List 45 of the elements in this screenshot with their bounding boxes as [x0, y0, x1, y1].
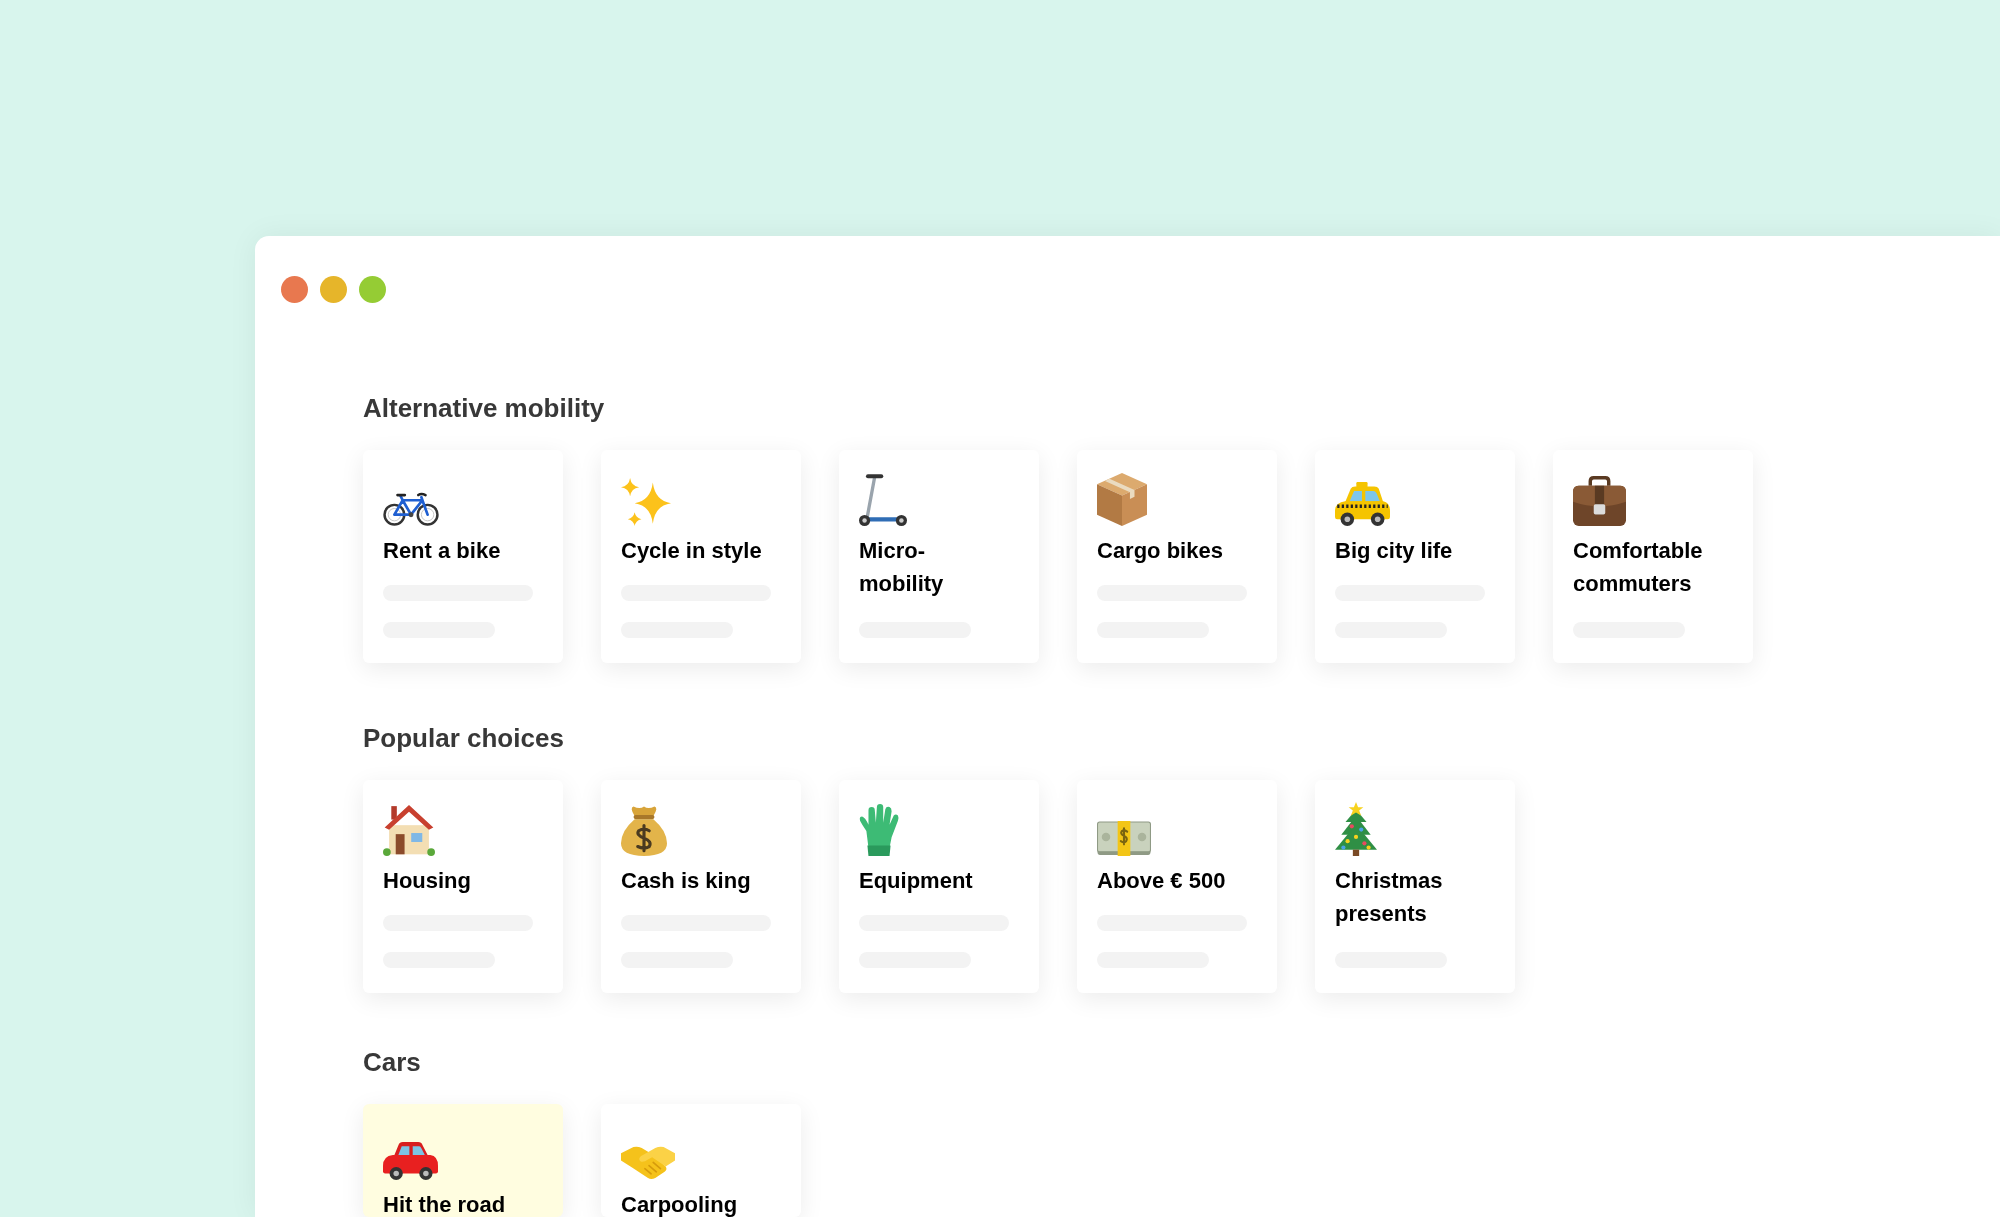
section-heading: Alternative mobility: [363, 392, 605, 425]
card-title: Housing: [383, 867, 472, 895]
category-card[interactable]: Cash is king: [601, 780, 801, 993]
car-icon: [383, 1142, 438, 1180]
category-card[interactable]: Housing: [363, 780, 563, 993]
category-card[interactable]: Cargo bikes: [1077, 450, 1277, 663]
category-card[interactable]: Big city life: [1315, 450, 1515, 663]
maximize-button[interactable]: [359, 276, 386, 303]
section-heading: Cars: [363, 1046, 421, 1079]
briefcase-icon: [1573, 476, 1626, 526]
category-card[interactable]: Cycle in style: [601, 450, 801, 663]
handshake-icon: [621, 1146, 675, 1180]
category-card[interactable]: Above € 500: [1077, 780, 1277, 993]
banknotes-icon: [1097, 821, 1151, 856]
taxi-icon: [1335, 482, 1390, 526]
sparkles-icon: [621, 478, 671, 526]
category-card[interactable]: Carpooling: [601, 1104, 801, 1217]
card-title: Above € 500: [1097, 867, 1227, 895]
card-title: Big city life: [1335, 537, 1454, 565]
close-button[interactable]: [281, 276, 308, 303]
minimize-button[interactable]: [320, 276, 347, 303]
category-card[interactable]: Hit the road: [363, 1104, 563, 1217]
card-title: Hit the road: [383, 1191, 507, 1217]
house-icon: [383, 805, 435, 856]
section-heading: Popular choices: [363, 722, 564, 755]
card-title: Christmas presents: [1335, 867, 1444, 928]
category-card[interactable]: Equipment: [839, 780, 1039, 993]
card-title: Cargo bikes: [1097, 537, 1224, 565]
scooter-icon: [859, 474, 907, 526]
christmas-tree-icon: [1335, 802, 1377, 856]
card-title: Cash is king: [621, 867, 752, 895]
card-title: Equipment: [859, 867, 974, 895]
glove-icon: [859, 804, 899, 856]
money-bag-icon: [621, 806, 667, 856]
bicycle-icon: [383, 492, 439, 526]
category-card[interactable]: Micro-mobility: [839, 450, 1039, 663]
card-title: Rent a bike: [383, 537, 502, 565]
category-card[interactable]: Comfortable commuters: [1553, 450, 1753, 663]
card-title: Carpooling: [621, 1191, 739, 1217]
card-title: Cycle in style: [621, 537, 763, 565]
category-card[interactable]: Rent a bike: [363, 450, 563, 663]
category-card[interactable]: Christmas presents: [1315, 780, 1515, 993]
card-title: Comfortable commuters: [1573, 537, 1704, 598]
card-title: Micro-mobility: [859, 537, 945, 598]
box-icon: [1097, 473, 1147, 526]
